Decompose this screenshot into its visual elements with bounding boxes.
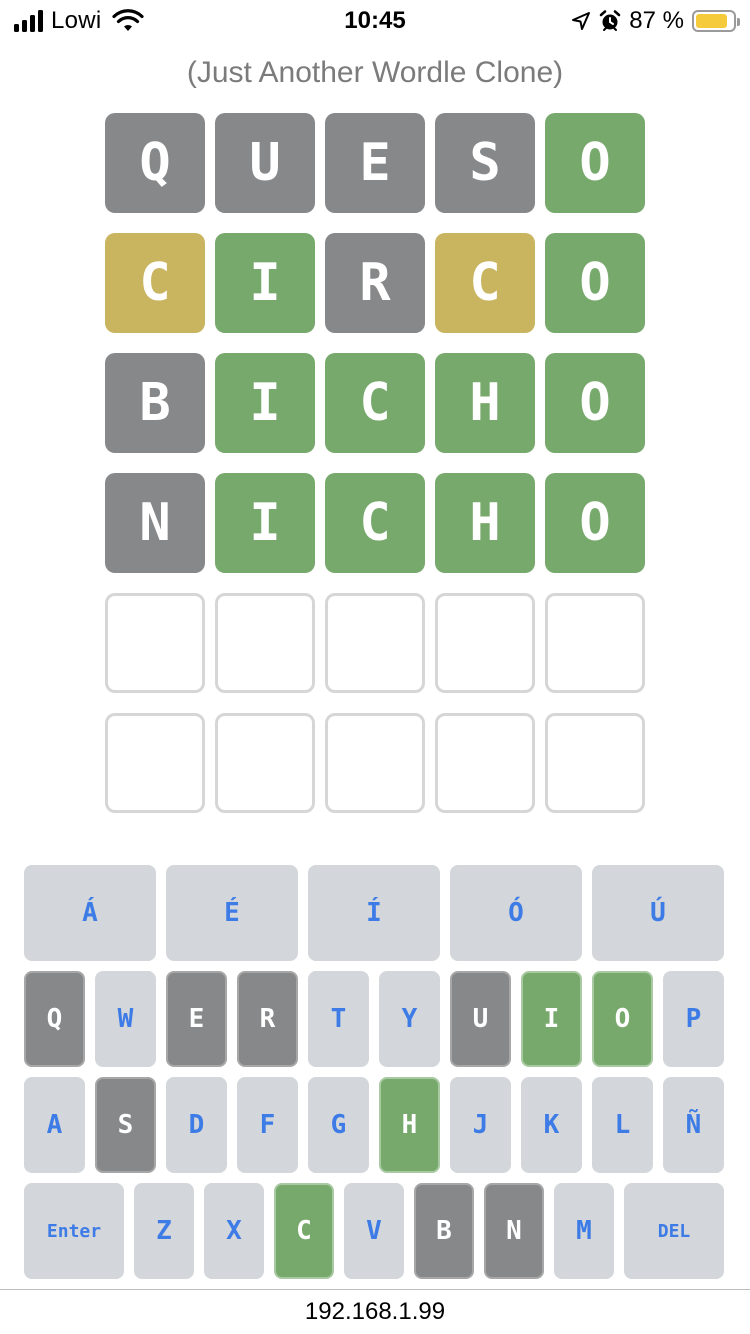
board-tile <box>435 713 535 813</box>
board-tile: R <box>325 233 425 333</box>
board-tile: I <box>215 233 315 333</box>
keyboard-row: ASDFGHJKLÑ <box>24 1077 726 1173</box>
key-ú[interactable]: Ú <box>592 865 724 961</box>
board-tile <box>215 593 315 693</box>
key-i[interactable]: I <box>521 971 582 1067</box>
board-tile <box>105 593 205 693</box>
board-row: QUESO <box>105 113 645 213</box>
key-l[interactable]: L <box>592 1077 653 1173</box>
key-x[interactable]: X <box>204 1183 264 1279</box>
board-tile <box>105 713 205 813</box>
board-tile <box>435 593 535 693</box>
board-tile: N <box>105 473 205 573</box>
key-e[interactable]: E <box>166 971 227 1067</box>
key-í[interactable]: Í <box>308 865 440 961</box>
board-tile: E <box>325 113 425 213</box>
key-p[interactable]: P <box>663 971 724 1067</box>
location-arrow-icon <box>572 12 591 30</box>
board-tile: Q <box>105 113 205 213</box>
key-m[interactable]: M <box>554 1183 614 1279</box>
page-subtitle: (Just Another Wordle Clone) <box>186 56 564 89</box>
battery-percent: 87 % <box>629 7 684 34</box>
board-tile: S <box>435 113 535 213</box>
board-row: CIRCO <box>105 233 645 333</box>
key-z[interactable]: Z <box>134 1183 194 1279</box>
key-á[interactable]: Á <box>24 865 156 961</box>
status-right: 87 % <box>571 6 740 36</box>
key-b[interactable]: B <box>414 1183 474 1279</box>
board-tile: B <box>105 353 205 453</box>
keyboard-row: QWERTYUIOP <box>24 971 726 1067</box>
board-row: BICHO <box>105 353 645 453</box>
board-tile: O <box>545 353 645 453</box>
board-tile: C <box>325 353 425 453</box>
key-r[interactable]: R <box>237 971 298 1067</box>
board-tile: H <box>435 473 535 573</box>
board-tile: O <box>545 473 645 573</box>
board-tile: C <box>325 473 425 573</box>
game-board: QUESOCIRCOBICHONICHO <box>105 113 645 833</box>
board-tile: I <box>215 353 315 453</box>
board-tile: C <box>435 233 535 333</box>
board-tile <box>325 713 425 813</box>
key-ñ[interactable]: Ñ <box>663 1077 724 1173</box>
key-h[interactable]: H <box>379 1077 440 1173</box>
key-w[interactable]: W <box>95 971 156 1067</box>
key-u[interactable]: U <box>450 971 511 1067</box>
board-tile: H <box>435 353 535 453</box>
key-o[interactable]: O <box>592 971 653 1067</box>
board-tile <box>215 713 315 813</box>
key-s[interactable]: S <box>95 1077 156 1173</box>
key-q[interactable]: Q <box>24 971 85 1067</box>
board-tile: I <box>215 473 315 573</box>
key-v[interactable]: V <box>344 1183 404 1279</box>
board-tile: O <box>545 113 645 213</box>
key-n[interactable]: N <box>484 1183 544 1279</box>
key-t[interactable]: T <box>308 971 369 1067</box>
status-bar: Lowi 10:45 87 % <box>0 0 750 40</box>
board-tile <box>545 593 645 693</box>
board-tile: C <box>105 233 205 333</box>
delete-key[interactable]: DEL <box>624 1183 724 1279</box>
key-j[interactable]: J <box>450 1077 511 1173</box>
key-f[interactable]: F <box>237 1077 298 1173</box>
key-y[interactable]: Y <box>379 971 440 1067</box>
board-tile: O <box>545 233 645 333</box>
keyboard-row: ÁÉÍÓÚ <box>24 865 726 961</box>
enter-key[interactable]: Enter <box>24 1183 124 1279</box>
alarm-icon <box>600 10 621 31</box>
key-d[interactable]: D <box>166 1077 227 1173</box>
on-screen-keyboard: Á É Í Ó Ú Q W E R T Y U I O P A S D F G H J K L Ñ Enter Z X C V B N M DEL <box>24 865 726 1289</box>
key-é[interactable]: É <box>166 865 298 961</box>
keyboard-row: Enter Z X C V B N M DEL <box>24 1183 726 1279</box>
battery-icon <box>692 10 740 32</box>
key-c[interactable]: C <box>274 1183 334 1279</box>
key-ó[interactable]: Ó <box>450 865 582 961</box>
board-tile <box>545 713 645 813</box>
board-tile <box>325 593 425 693</box>
key-a[interactable]: A <box>24 1077 85 1173</box>
browser-address-bar[interactable]: 192.168.1.99 <box>0 1289 750 1334</box>
board-row <box>105 713 645 813</box>
board-tile: U <box>215 113 315 213</box>
url-text[interactable]: 192.168.1.99 <box>0 1290 750 1334</box>
key-k[interactable]: K <box>521 1077 582 1173</box>
key-g[interactable]: G <box>308 1077 369 1173</box>
board-row <box>105 593 645 693</box>
board-row: NICHO <box>105 473 645 573</box>
